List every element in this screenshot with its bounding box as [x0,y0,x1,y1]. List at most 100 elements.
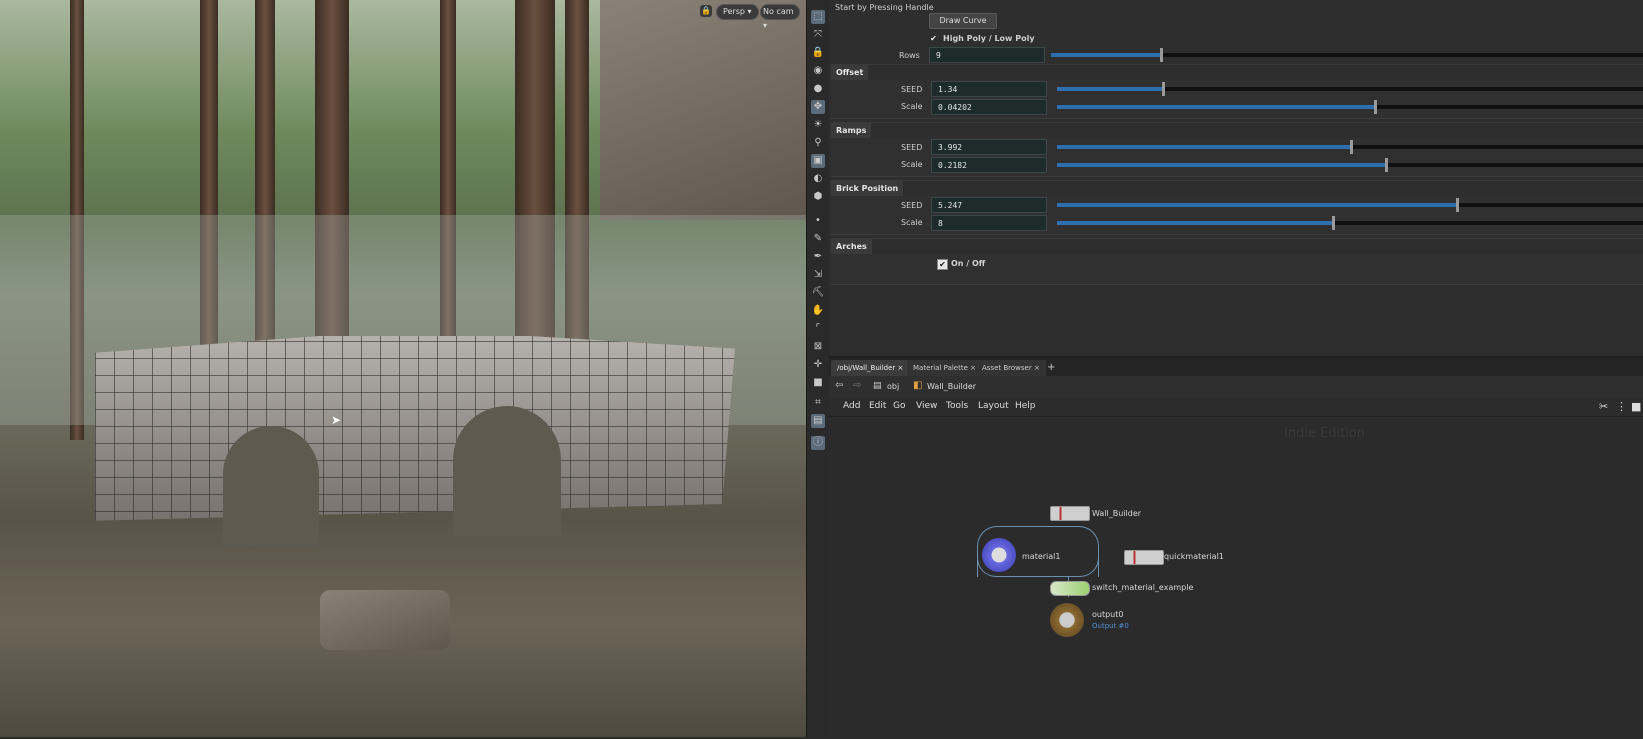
brick-seed-slider[interactable] [1057,198,1643,212]
wireframe-icon[interactable]: ⌗ [811,396,825,410]
back-arrow-icon[interactable]: ⇦ [835,380,843,391]
grid-view-icon[interactable]: ■ [1631,400,1641,413]
offset-body: SEED 1.34 Scale 0.04202 [831,80,1643,119]
brush-icon[interactable]: ✎ [811,232,825,246]
offset-scale-field[interactable]: 0.04202 [931,99,1047,115]
add-tab-icon[interactable]: + [1041,360,1061,376]
menu-go[interactable]: Go [893,401,905,411]
arches-toggle-label: On / Off [951,259,986,268]
offset-seed-field[interactable]: 1.34 [931,81,1047,97]
offset-scale-handle[interactable] [1373,100,1377,114]
path-current[interactable]: Wall_Builder [927,382,976,391]
wall-arch [223,426,319,546]
tab-wall-builder[interactable]: /obj/Wall_Builder × [831,360,910,376]
pen-icon[interactable]: ✒ [811,250,825,264]
brick-scale-handle[interactable] [1332,216,1336,230]
scene-viewport[interactable]: 🔒 Persp ▾ No cam ▾ ➤ [0,0,806,737]
menu-help[interactable]: Help [1015,401,1036,411]
close-icon[interactable]: × [898,364,904,372]
menu-layout[interactable]: Layout [978,401,1009,411]
node-switch[interactable] [1050,581,1090,596]
node-wall-builder-label: Wall_Builder [1092,509,1142,518]
node-quickmaterial[interactable] [1124,550,1164,565]
menu-add[interactable]: Add [843,401,860,411]
tab-asset-browser[interactable]: Asset Browser × [976,360,1046,376]
wall-arch [453,406,561,536]
node-output[interactable] [1050,603,1084,637]
point-icon[interactable]: • [811,214,825,228]
shading-icon[interactable]: ● [811,82,825,96]
wall-geometry[interactable] [95,336,735,546]
render-icon[interactable]: ▤ [811,414,825,428]
offset-seed-slider[interactable] [1057,82,1643,96]
light-icon[interactable]: ☀ [811,118,825,132]
path-root[interactable]: obj [887,382,899,391]
tab-asset-browser-label: Asset Browser [982,364,1032,372]
crop-icon[interactable]: ⌜ [811,322,825,336]
offset-seed-handle[interactable] [1161,82,1165,96]
brick-wall [95,336,735,521]
ramps-seed-handle[interactable] [1350,140,1353,154]
arches-tab[interactable]: Arches [831,239,872,255]
brick-scale-field[interactable]: 8 [931,215,1047,231]
brick-position-body: SEED 5.247 Scale 8 [831,196,1643,235]
close-icon[interactable]: × [1034,364,1040,372]
brick-seed-handle[interactable] [1455,198,1459,212]
node-graph[interactable]: Indie Edition Wall_Builder material1 qui… [829,417,1643,739]
offset-scale-slider[interactable] [1057,100,1643,114]
ramps-scale-slider[interactable] [1057,158,1643,172]
rows-field[interactable]: 9 [929,47,1045,63]
ramps-seed-field[interactable]: 3.992 [931,139,1047,155]
ramps-scale-handle[interactable] [1385,158,1389,172]
wrench-icon[interactable]: ✂ [1599,400,1608,413]
ramps-section: Ramps [831,122,1643,139]
ramps-scale-field[interactable]: 0.2182 [931,157,1047,173]
measure-icon[interactable]: ⇲ [811,268,825,282]
select-tool-icon[interactable]: ⬚ [811,10,825,24]
lock-icon[interactable]: 🔒 [700,5,712,17]
node-wall-builder[interactable] [1050,506,1090,521]
ramps-seed-slider[interactable] [1057,140,1643,154]
poly-toggle-checkbox[interactable]: ✔ [929,34,938,43]
network-editor: /obj/Wall_Builder × Material Palette × A… [829,356,1643,739]
lock-icon[interactable]: 🔒 [811,46,825,60]
node-output-label: output0 [1092,610,1124,619]
node-material[interactable] [982,538,1016,572]
view-menu[interactable]: Persp ▾ [716,4,759,20]
forward-arrow-icon[interactable]: ⇨ [853,380,861,391]
poly-toggle-label: High Poly / Low Poly [943,34,1035,43]
visibility-icon[interactable]: ◐ [811,172,825,186]
menu-view[interactable]: View [916,401,937,411]
brick-scale-slider[interactable] [1057,216,1643,230]
info-icon[interactable]: ⓘ [811,436,825,450]
handle-icon[interactable]: ✥ [811,100,825,114]
menu-edit[interactable]: Edit [869,401,886,411]
arches-checkbox[interactable]: ✔ [937,259,948,270]
node-output-sublabel: Output #0 [1092,622,1129,630]
paint-icon[interactable]: ⛏ [811,286,825,300]
stop-icon[interactable]: ■ [811,376,825,390]
camera-menu[interactable]: No cam ▾ [760,4,800,30]
sculpt-icon[interactable]: ✋ [811,304,825,318]
group-icon[interactable]: ⬢ [811,190,825,204]
brick-seed-field[interactable]: 5.247 [931,197,1047,213]
transform-icon[interactable]: ⤧ [811,28,825,42]
tab-material-palette[interactable]: Material Palette × [907,360,983,376]
menu-tools[interactable]: Tools [946,401,968,411]
offset-tab[interactable]: Offset [831,65,869,81]
snap-grid-icon[interactable]: ✛ [811,358,825,372]
bounds-icon[interactable]: ⊠ [811,340,825,354]
ramps-tab[interactable]: Ramps [831,123,872,139]
tree-view-icon[interactable]: ⋮ [1616,400,1627,413]
draw-curve-button[interactable]: Draw Curve [929,13,997,29]
ramps-seed-fill [1057,145,1351,149]
arches-body: ✔ On / Off [831,254,1643,285]
pin-icon[interactable]: ⚲ [811,136,825,150]
rows-slider[interactable] [1051,48,1643,62]
display-icon[interactable]: ▣ [811,154,825,168]
brick-position-tab[interactable]: Brick Position [831,181,904,197]
rows-slider-handle[interactable] [1159,48,1163,62]
node-material-label: material1 [1022,552,1061,561]
arches-section: Arches [831,238,1643,255]
snap-icon[interactable]: ◉ [811,64,825,78]
